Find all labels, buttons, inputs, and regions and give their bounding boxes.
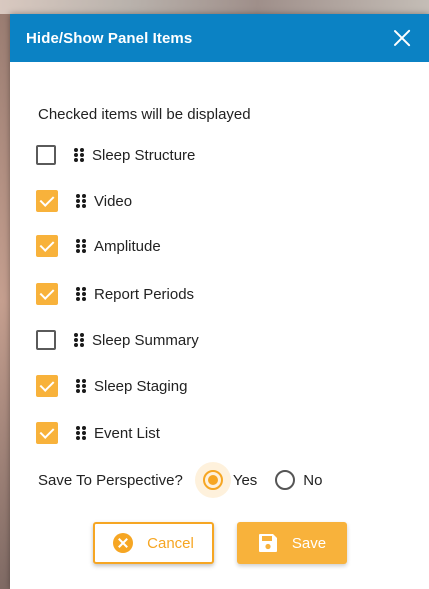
radio-no-label: No [303, 471, 323, 489]
item-label: Video [94, 192, 133, 210]
drag-handle-icon[interactable] [76, 194, 86, 208]
cancel-button-label: Cancel [147, 534, 194, 552]
drag-handle-icon[interactable] [76, 239, 86, 253]
save-perspective-label: Save To Perspective? [38, 471, 183, 489]
radio-yes-button[interactable] [202, 470, 223, 490]
panel-item-row: Sleep Structure [36, 142, 195, 168]
item-checkbox[interactable] [36, 422, 58, 444]
panel-items-dialog: Hide/Show Panel Items Checked items will… [10, 14, 429, 589]
radio-yes-focus [194, 462, 231, 498]
drag-handle-icon[interactable] [74, 148, 84, 162]
panel-item-row: Amplitude [36, 233, 161, 259]
app-background-left [0, 14, 10, 589]
app-background-top [0, 0, 429, 14]
drag-handle-icon[interactable] [76, 426, 86, 440]
item-label: Report Periods [94, 285, 195, 303]
cancel-button[interactable]: Cancel [93, 522, 214, 564]
drag-handle-icon[interactable] [76, 287, 86, 301]
panel-item-row: Video [36, 188, 132, 214]
item-label: Event List [94, 424, 160, 442]
item-checkbox[interactable] [36, 375, 58, 397]
dialog-title: Hide/Show Panel Items [26, 29, 193, 47]
item-checkbox[interactable] [36, 235, 58, 257]
floppy-disk-icon [258, 534, 277, 552]
item-label: Sleep Summary [92, 331, 199, 349]
save-button[interactable]: Save [237, 522, 347, 564]
item-label: Sleep Structure [92, 146, 196, 164]
save-perspective-row: Save To Perspective? Yes No [38, 462, 322, 498]
close-icon[interactable] [391, 27, 413, 49]
radio-yes-label: Yes [232, 471, 258, 489]
radio-no[interactable]: No [275, 470, 322, 490]
panel-item-row: Report Periods [36, 281, 194, 307]
dialog-header: Hide/Show Panel Items [10, 14, 429, 62]
radio-no-button[interactable] [275, 470, 296, 490]
item-label: Sleep Staging [94, 377, 188, 395]
drag-handle-icon[interactable] [74, 333, 84, 347]
item-label: Amplitude [94, 237, 161, 255]
instructions-text: Checked items will be displayed [38, 106, 251, 123]
panel-item-row: Sleep Summary [36, 327, 199, 353]
radio-yes[interactable]: Yes [194, 462, 258, 498]
item-checkbox[interactable] [36, 145, 56, 165]
item-checkbox[interactable] [36, 330, 56, 350]
panel-item-row: Sleep Staging [36, 373, 187, 399]
panel-item-row: Event List [36, 420, 160, 446]
item-checkbox[interactable] [36, 283, 58, 305]
save-button-label: Save [291, 534, 327, 552]
drag-handle-icon[interactable] [76, 379, 86, 393]
cancel-circle-icon [113, 533, 134, 553]
item-checkbox[interactable] [36, 190, 58, 212]
